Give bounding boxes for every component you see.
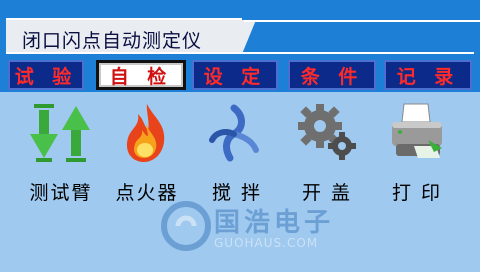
test-arm-label: 测试臂 (29, 182, 93, 204)
tab-records[interactable]: 记 录 (384, 60, 472, 90)
up-down-arrows-icon (28, 100, 94, 164)
tab-bar: 试 验 自 检 设 定 条 件 记 录 (4, 60, 476, 90)
open-lid-button[interactable]: 开 盖 (282, 100, 372, 220)
title-divider (244, 20, 480, 22)
flame-icon (114, 100, 180, 164)
stirrer-icon (204, 100, 270, 164)
tab-test[interactable]: 试 验 (8, 60, 84, 90)
watermark-en: GUOHAUS.COM (214, 236, 319, 250)
stir-button[interactable]: 搅 拌 (192, 100, 282, 220)
printer-icon (384, 100, 450, 164)
tab-conditions[interactable]: 条 件 (288, 60, 376, 90)
print-label: 打 印 (391, 182, 443, 204)
main-panel: 国浩电子 GUOHAUS.COM 测试臂 点火器 搅 拌 开 盖 打 印 (0, 92, 480, 272)
test-arm-button[interactable]: 测试臂 (16, 100, 106, 220)
igniter-button[interactable]: 点火器 (102, 100, 192, 220)
gears-icon (294, 100, 360, 164)
igniter-label: 点火器 (115, 182, 179, 204)
open-lid-label: 开 盖 (301, 182, 353, 204)
stir-label: 搅 拌 (211, 182, 263, 204)
tab-self-check[interactable]: 自 检 (96, 60, 186, 90)
print-button[interactable]: 打 印 (372, 100, 462, 220)
window-title: 闭口闪点自动测定仪 (22, 30, 203, 52)
title-bar: 闭口闪点自动测定仪 (6, 18, 256, 54)
tab-settings[interactable]: 设 定 (192, 60, 278, 90)
header-divider (6, 52, 474, 54)
